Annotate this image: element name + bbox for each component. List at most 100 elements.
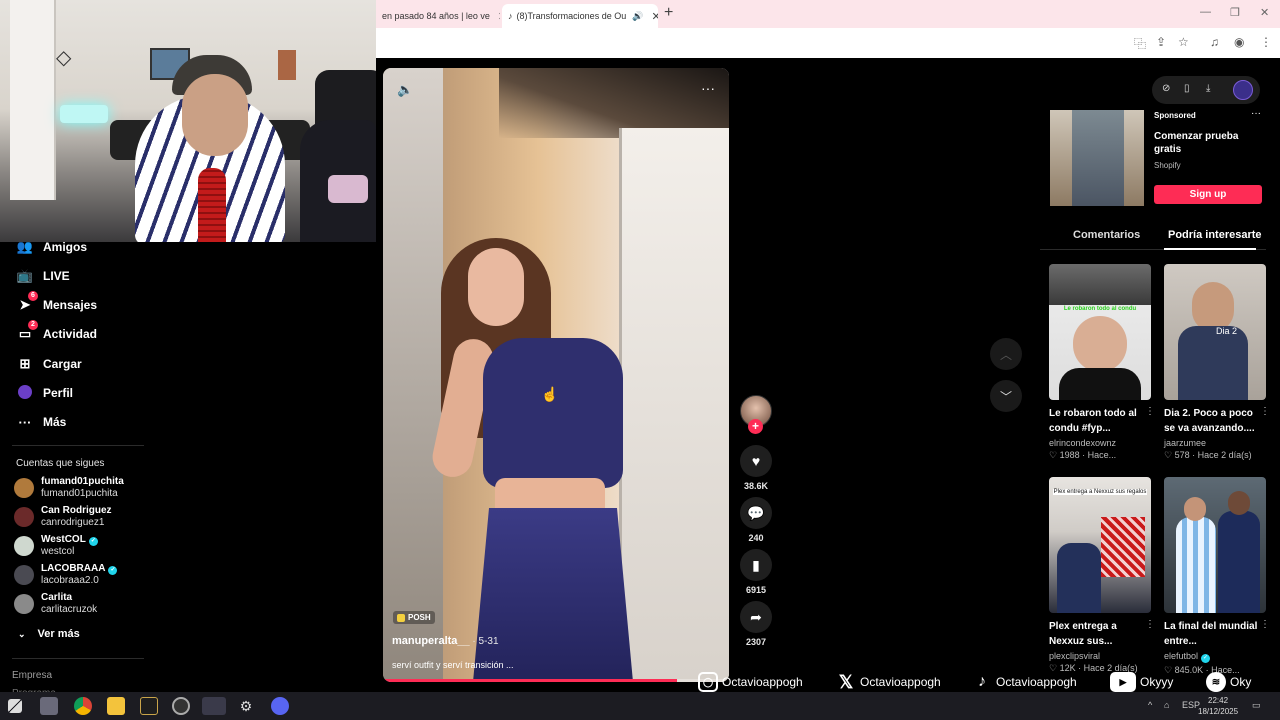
sidebar-item-live[interactable]: 📺 LIVE	[16, 267, 70, 285]
speaker-icon[interactable]: 🔊	[632, 11, 643, 22]
account-name: LACOBRAAA	[41, 563, 106, 574]
more-options-icon[interactable]: ···	[701, 80, 715, 96]
card-author: plexclipsviral	[1049, 651, 1101, 661]
download-icon[interactable]: ⤓	[1206, 83, 1210, 94]
follow-plus-icon[interactable]: +	[748, 419, 763, 434]
video-thumbnail[interactable]	[1164, 477, 1266, 613]
volume-icon[interactable]: 🔈	[397, 82, 413, 98]
kebab-menu-icon[interactable]: ⋮	[1260, 406, 1270, 417]
card-author: elefutbol	[1164, 651, 1199, 661]
chrome-icon[interactable]	[74, 697, 92, 715]
social-instagram: ◯ Octavioappogh	[698, 672, 803, 692]
chevron-up-icon[interactable]: ^	[1148, 700, 1152, 710]
like-count: 38.6K	[743, 481, 769, 491]
share-button[interactable]: ➦	[740, 601, 772, 633]
media-player-icon[interactable]	[40, 697, 58, 715]
tab-title: (8)Transformaciones de Ou	[516, 11, 627, 21]
notifications-icon[interactable]: ▭	[1252, 700, 1261, 711]
video-progress-fill	[383, 679, 678, 682]
tab-podria-interesarte[interactable]: Podría interesarte	[1168, 229, 1262, 241]
see-more-button[interactable]: ⌄ Ver más	[18, 628, 80, 640]
browser-toolbar: ⿻ ⇪ ☆ ♫ ◉ ⋮	[376, 28, 1280, 58]
previous-video-button[interactable]: ︿	[990, 338, 1022, 370]
profile-icon[interactable]: ◉	[1234, 35, 1244, 49]
avatar[interactable]	[1233, 80, 1253, 100]
tab-comentarios[interactable]: Comentarios	[1073, 229, 1140, 241]
kebab-menu-icon[interactable]: ⋮	[1260, 35, 1272, 49]
windows-start-icon[interactable]	[8, 699, 22, 713]
recommended-video-card[interactable]: Le robaron todo al condu Le robaron todo…	[1049, 264, 1155, 461]
social-handle: Octavioappogh	[996, 675, 1077, 689]
sidebar-item-mensajes[interactable]: ➤ 6 Mensajes	[16, 291, 97, 314]
sidebar-item-amigos[interactable]: 👥 Amigos	[16, 238, 87, 256]
browser-tab-strip: en pasado 84 años | leo ve ✕ ♪ (8)Transf…	[376, 0, 1280, 28]
compass-icon[interactable]: ⊘	[1162, 83, 1170, 94]
following-account[interactable]: LACOBRAAA ✓ lacobraaa2.0	[14, 562, 118, 588]
translate-icon[interactable]: ⿻	[1134, 35, 1146, 52]
save-button[interactable]: ▮	[740, 549, 772, 581]
close-icon[interactable]: ✕	[498, 10, 500, 23]
minimize-icon[interactable]: —	[1200, 6, 1211, 18]
comment-icon: 💬	[747, 504, 765, 521]
social-handle: Okyyy	[1140, 675, 1174, 689]
ad-more-icon[interactable]: ···	[1251, 108, 1261, 119]
video-player[interactable]: 🔈 ··· POSH manuperalta__ · 5-31 serví ou…	[383, 68, 729, 682]
browser-tab-active[interactable]: ♪ (8)Transformaciones de Ou 🔊 ✕	[502, 4, 658, 28]
footer-link-empresa[interactable]: Empresa	[12, 670, 52, 681]
video-thumbnail[interactable]: Le robaron todo al condu	[1049, 264, 1151, 400]
plus-icon[interactable]: +	[664, 4, 673, 22]
video-thumbnail[interactable]: Dia 2	[1164, 264, 1266, 400]
following-account[interactable]: WestCOL ✓ westcol	[14, 533, 98, 559]
window-close-icon[interactable]: ✕	[1260, 6, 1269, 19]
save-count: 6915	[745, 585, 767, 595]
kebab-menu-icon[interactable]: ⋮	[1260, 619, 1270, 630]
sidebar-item-actividad[interactable]: ▭ 2 Actividad	[16, 320, 97, 343]
sign-up-button[interactable]: Sign up	[1154, 185, 1262, 204]
sidebar-item-label: Cargar	[43, 357, 82, 371]
recommended-video-card[interactable]: Dia 2 Dia 2. Poco a poco se va avanzando…	[1164, 264, 1270, 461]
card-meta: ♡ 1988 · Hace...	[1049, 450, 1117, 460]
next-video-button[interactable]: ﹀	[990, 380, 1022, 412]
network-icon[interactable]: ⌂	[1164, 700, 1169, 710]
sidebar-item-perfil[interactable]: Perfil	[16, 384, 73, 402]
avatar	[14, 507, 34, 527]
like-button[interactable]: ♥	[740, 445, 772, 477]
notification-badge: 6	[28, 291, 38, 301]
video-thumbnail[interactable]: Plex entrega a Nexxuz sus regalos	[1049, 477, 1151, 613]
youtube-icon: ▶	[1110, 672, 1136, 692]
divider	[12, 445, 144, 446]
file-explorer-icon[interactable]	[107, 697, 125, 715]
league-icon[interactable]	[140, 697, 158, 715]
sidebar-item-label: Más	[43, 415, 67, 429]
ad-thumbnail[interactable]	[1050, 110, 1144, 206]
browser-tab[interactable]: en pasado 84 años | leo ve ✕	[376, 4, 500, 28]
effect-tag[interactable]: POSH	[393, 611, 435, 624]
social-handle: Octavioappogh	[722, 675, 803, 689]
discord-icon[interactable]	[271, 697, 289, 715]
settings-gear-icon[interactable]: ⚙	[237, 697, 255, 715]
install-icon[interactable]: ⇪	[1156, 35, 1166, 49]
sidebar-item-cargar[interactable]: ⊞ Cargar	[16, 355, 82, 373]
taskbar-clock[interactable]: 22:42 18/12/2025	[1198, 695, 1238, 717]
following-account[interactable]: fumand01puchita fumand01puchita	[14, 475, 124, 501]
following-account[interactable]: Carlita carlitacruzok	[14, 591, 97, 617]
recommended-video-card[interactable]: Plex entrega a Nexxuz sus regalos Plex e…	[1049, 477, 1155, 674]
bookmark-star-icon[interactable]: ☆	[1178, 35, 1189, 49]
recommended-video-card[interactable]: La final del mundial entre... ⋮ elefutbo…	[1164, 477, 1270, 676]
kebab-menu-icon[interactable]: ⋮	[1145, 406, 1155, 417]
media-controls-icon[interactable]: ♫	[1210, 35, 1219, 49]
close-icon[interactable]: ✕	[651, 10, 658, 23]
chevron-up-icon: ︿	[999, 347, 1012, 362]
video-author[interactable]: manuperalta__ · 5-31	[392, 635, 499, 647]
sidebar-item-label: Perfil	[43, 386, 74, 400]
chrome-active-icon[interactable]	[202, 697, 226, 715]
obs-icon[interactable]	[172, 697, 190, 715]
video-progress-bar[interactable]	[383, 679, 729, 682]
mobile-icon[interactable]: ▯	[1184, 83, 1190, 94]
following-account[interactable]: Can Rodriguez canrodriguez1	[14, 504, 112, 530]
divider	[12, 658, 144, 659]
kebab-menu-icon[interactable]: ⋮	[1145, 619, 1155, 630]
sidebar-item-mas[interactable]: ··· Más	[16, 413, 67, 431]
comment-button[interactable]: 💬	[740, 497, 772, 529]
restore-icon[interactable]: ❐	[1230, 6, 1240, 19]
